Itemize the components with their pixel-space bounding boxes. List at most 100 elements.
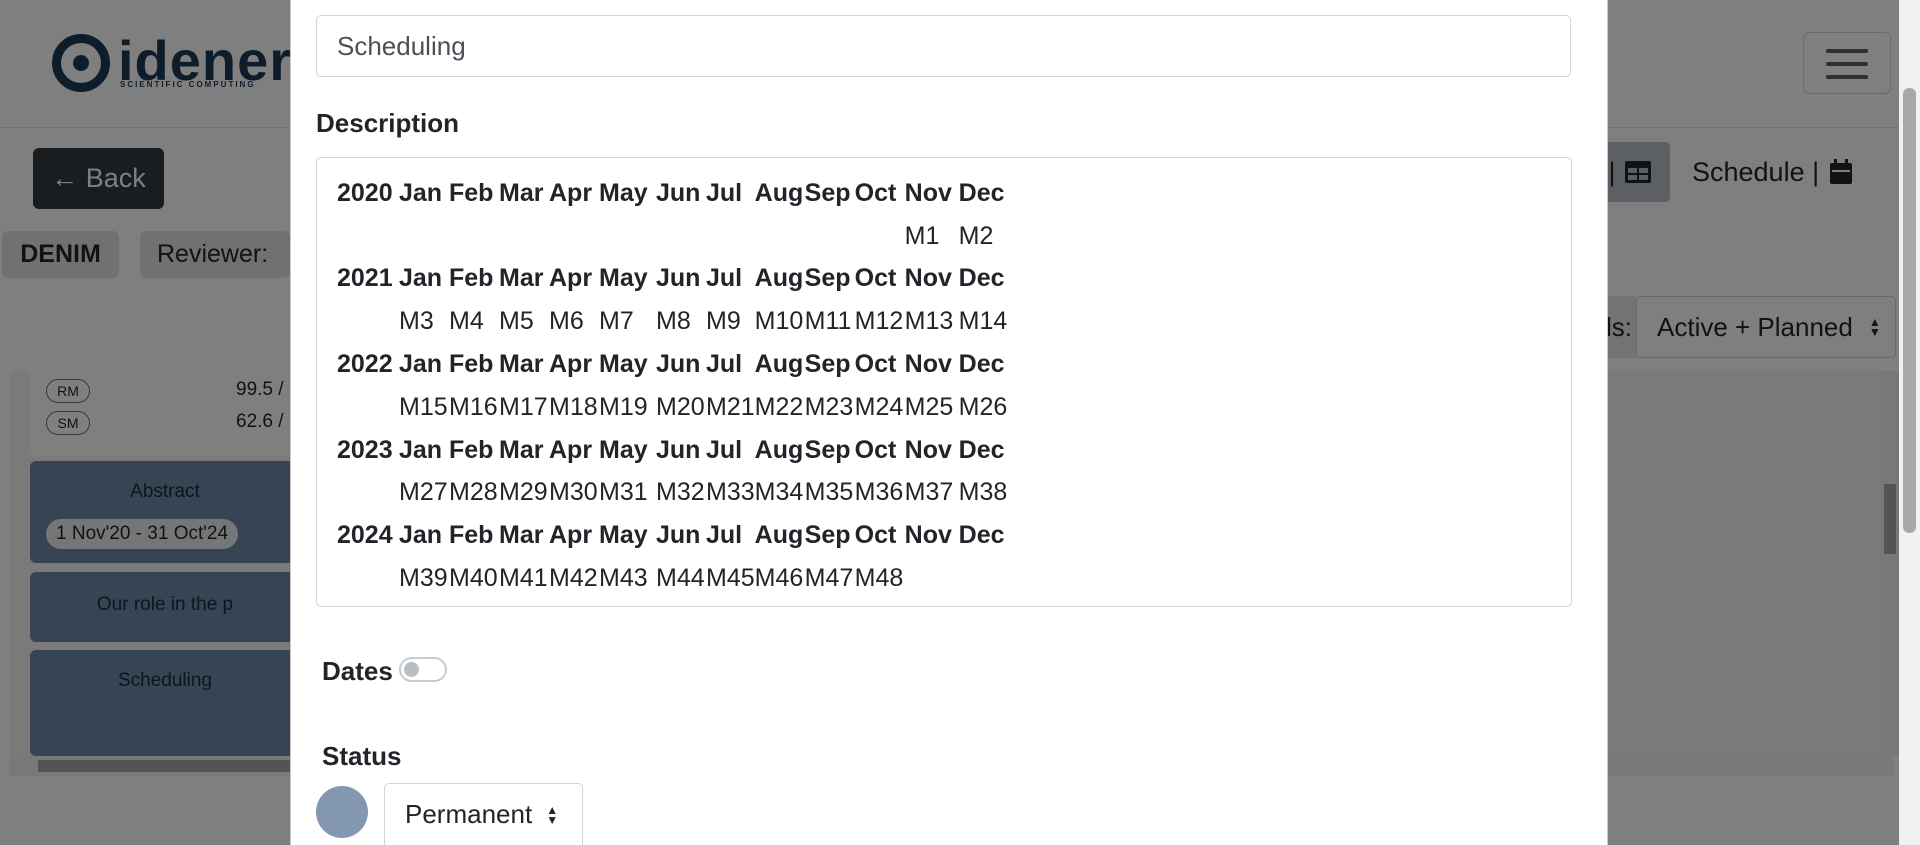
schedule-milestone: M15 [399,392,448,421]
description-label: Description [316,108,460,138]
schedule-month: Nov [904,178,952,207]
schedule-month: Jul [706,435,743,464]
schedule-milestone: M28 [449,478,498,507]
schedule-year: 2020 [337,178,393,207]
schedule-month: Mar [499,521,544,550]
schedule-month: Feb [449,435,494,464]
schedule-milestone: M34 [754,478,804,507]
schedule-milestone [599,215,656,258]
schedule-milestone: M9 [706,307,741,336]
schedule-milestone: M21 [706,392,755,421]
dates-label: Dates [322,656,393,686]
schedule-milestone [549,215,599,258]
schedule-year: 2021 [337,264,393,293]
schedule-milestone: M16 [449,392,498,421]
schedule-month: Sep [804,435,851,464]
description-editor[interactable]: 2020 Jan Feb Mar Apr May Jun Jul Aug Sep Oct Nov Dec… [316,157,1572,607]
schedule-milestone: M10 [754,307,804,336]
schedule-month: Sep [804,521,851,550]
schedule-milestone: M43 [599,564,648,593]
schedule-year: 2023 [337,435,393,464]
schedule-milestone: M12 [854,307,904,336]
schedule-table: 2020 Jan Feb Mar Apr May Jun Jul Aug Sep Oct Nov Dec… [337,172,1009,600]
schedule-milestone: M45 [706,564,755,593]
schedule-milestone: M40 [449,564,498,593]
schedule-milestone: M26 [958,392,1008,421]
scrollbar-thumb[interactable] [1903,88,1916,533]
schedule-month-row: 2021 Jan Feb Mar Apr May Jun Jul Aug Sep Oct Nov Dec [337,258,1009,301]
schedule-milestone: M42 [549,564,598,593]
schedule-month: Jun [656,521,701,550]
schedule-milestone-row: M39 M40 M41 M42 M43 M44 M45 M46 M47 M48 [337,557,1009,600]
schedule-month: Jun [656,178,701,207]
status-value: Permanent [405,799,533,829]
schedule-milestone: M35 [804,478,854,507]
schedule-milestone: M20 [656,392,705,421]
schedule-month: Apr [549,435,593,464]
schedule-month-row: 2023 Jan Feb Mar Apr May Jun Jul Aug Sep Oct Nov Dec [337,429,1009,472]
schedule-month: Aug [754,521,804,550]
schedule-milestone: M44 [656,564,705,593]
task-name-input[interactable] [316,15,1571,77]
schedule-milestone-row: M27 M28 M29 M30 M31 M32 M33 M34 M35 M36 M37 M38 [337,472,1009,515]
schedule-milestone: M3 [399,307,434,336]
schedule-month: Feb [449,521,494,550]
schedule-milestone: M30 [549,478,598,507]
schedule-milestone: M13 [904,307,954,336]
schedule-month: Dec [958,435,1005,464]
schedule-month: Dec [958,178,1005,207]
schedule-milestone [656,215,706,258]
schedule-milestone: M14 [958,307,1008,336]
schedule-month: Apr [549,350,593,379]
schedule-month: Nov [904,521,952,550]
schedule-milestone: M22 [754,392,804,421]
schedule-month: Jan [399,264,443,293]
schedule-month: Jun [656,435,701,464]
schedule-month: Apr [549,178,593,207]
schedule-year: 2024 [337,521,393,550]
schedule-month-row: 2024 Jan Feb Mar Apr May Jun Jul Aug Sep Oct Nov Dec [337,514,1009,557]
page-vertical-scrollbar[interactable] [1899,0,1920,845]
schedule-month: Apr [549,264,593,293]
schedule-month: Oct [854,521,897,550]
schedule-milestone: M33 [706,478,755,507]
schedule-milestone: M8 [656,307,691,336]
schedule-month: Oct [854,178,897,207]
schedule-month: Apr [549,521,593,550]
schedule-milestone-row: M3 M4 M5 M6 M7 M8 M9 M10 M11 M12 M13 M14 [337,300,1009,343]
schedule-milestone-row: M1 M2 [337,215,1009,258]
schedule-month: Jan [399,350,443,379]
schedule-milestone: M48 [854,564,904,593]
select-arrows-icon: ▲▼ [546,802,559,827]
schedule-milestone: M4 [449,307,484,336]
schedule-month: Sep [804,350,851,379]
schedule-milestone: M23 [804,392,854,421]
schedule-milestone: M6 [549,307,584,336]
status-select[interactable]: Permanent ▲ ▼ [384,783,583,845]
status-color-indicator [316,786,368,838]
schedule-milestone [755,215,805,258]
schedule-milestone [855,215,905,258]
schedule-milestone: M25 [904,392,954,421]
schedule-month: Jul [706,264,743,293]
schedule-milestone [499,215,549,258]
schedule-month: May [599,178,648,207]
schedule-month: Dec [958,264,1005,293]
schedule-month: Jan [399,435,443,464]
schedule-milestone: M41 [499,564,548,593]
schedule-milestone: M46 [754,564,804,593]
schedule-month: May [599,435,648,464]
schedule-month-row: 2020 Jan Feb Mar Apr May Jun Jul Aug Sep Oct Nov Dec [337,172,1009,215]
schedule-month: Feb [449,264,494,293]
status-label: Status [322,741,402,771]
schedule-month: Mar [499,350,544,379]
schedule-milestone [805,215,855,258]
schedule-month: Mar [499,178,544,207]
schedule-milestone: M29 [499,478,548,507]
schedule-month: Aug [754,435,804,464]
schedule-milestone: M2 [958,221,994,250]
schedule-milestone: M11 [804,307,852,336]
schedule-milestone: M36 [854,478,904,507]
schedule-milestone: M17 [499,392,548,421]
dates-toggle[interactable] [399,657,447,682]
